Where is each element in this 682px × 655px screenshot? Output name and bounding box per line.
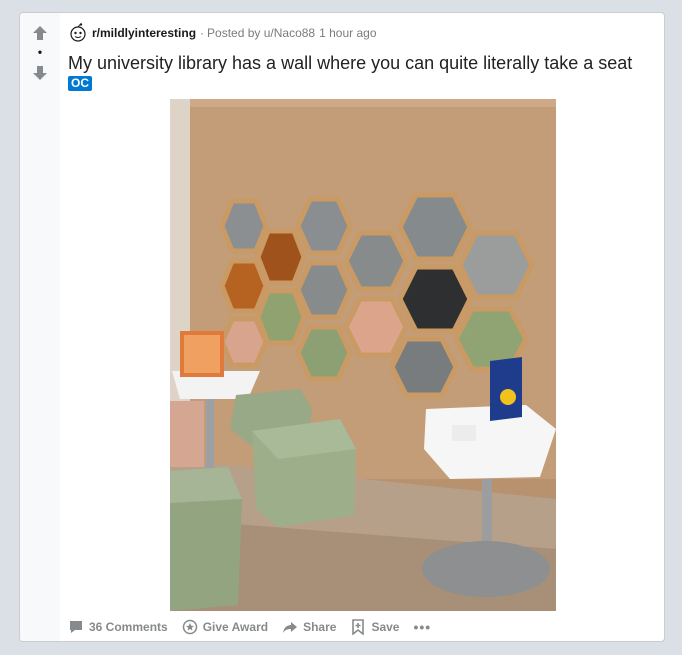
comment-icon [70, 621, 82, 633]
post-flair[interactable]: OC [68, 76, 92, 91]
posted-by[interactable]: Posted by u/Naco88 [207, 26, 315, 40]
meta-separator: · [200, 26, 205, 40]
upvote-button[interactable] [32, 25, 48, 41]
award-label: Give Award [202, 620, 269, 634]
subreddit-link[interactable]: r/mildlyinteresting [92, 26, 196, 40]
post-actions: 36 Comments Give Award Share Save ••• [68, 617, 445, 637]
downvote-arrow-icon [33, 66, 47, 80]
share-icon [283, 622, 298, 633]
post-title[interactable]: My university library has a wall where y… [68, 51, 664, 75]
save-label: Save [371, 620, 400, 634]
save-icon [352, 619, 365, 635]
post-card[interactable]: • r/mildlyinteresting · Posted by u/Naco… [19, 12, 665, 642]
share-label: Share [303, 620, 337, 634]
vote-score: • [37, 45, 43, 59]
comments-label: 36 Comments [89, 620, 168, 634]
give-award-button[interactable]: Give Award [182, 619, 268, 635]
upvote-arrow-icon [33, 26, 47, 40]
subreddit-icon[interactable] [68, 23, 88, 43]
post-image[interactable] [170, 99, 556, 611]
post-meta: r/mildlyinteresting · Posted by u/Naco88… [68, 23, 377, 43]
post-image-art [170, 99, 556, 611]
vote-column: • [20, 13, 60, 641]
award-icon [182, 619, 197, 635]
post-age: 1 hour ago [319, 26, 377, 40]
downvote-button[interactable] [32, 65, 48, 81]
share-button[interactable]: Share [282, 619, 336, 635]
save-button[interactable]: Save [350, 619, 399, 635]
more-options-button[interactable]: ••• [413, 619, 432, 635]
comments-button[interactable]: 36 Comments [68, 619, 168, 635]
more-icon: ••• [413, 619, 432, 635]
